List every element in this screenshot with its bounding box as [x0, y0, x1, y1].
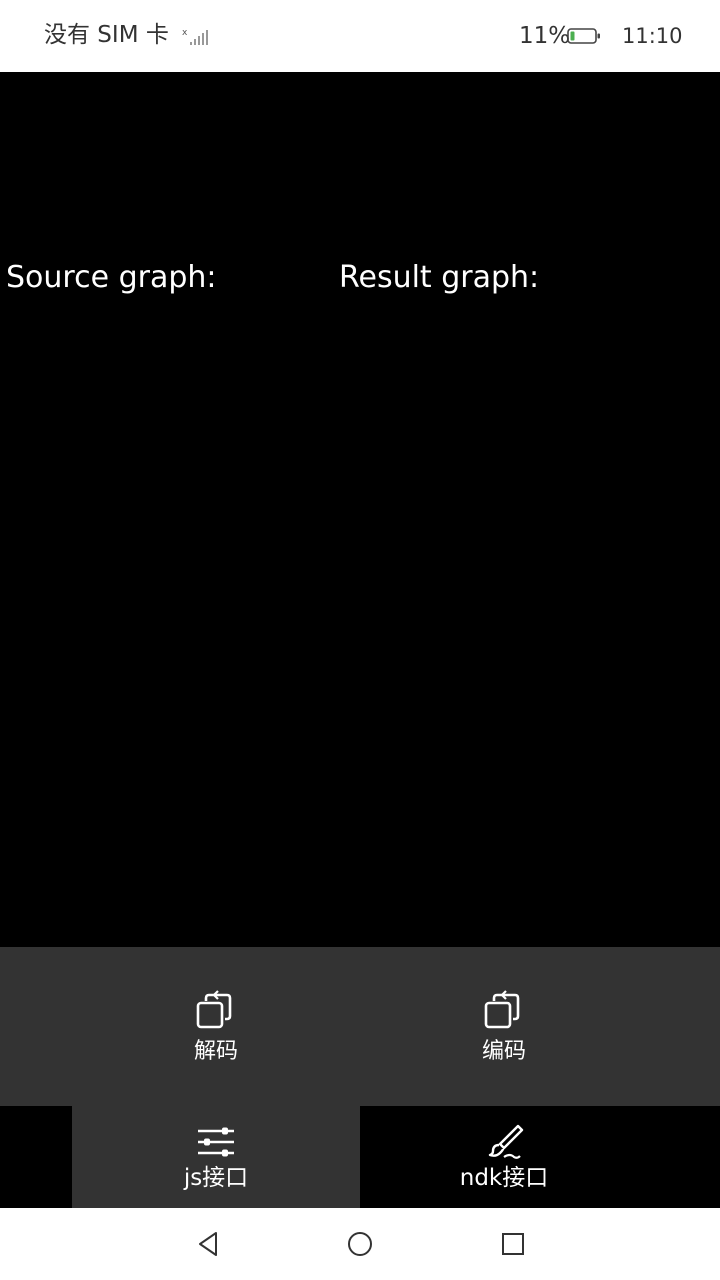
sliders-icon — [198, 1127, 234, 1157]
rotate-copy-icon — [196, 990, 232, 1029]
signal-icon: x — [182, 28, 208, 45]
decode-label: 解码 — [193, 1039, 238, 1064]
tab-ndk-label: ndk接口 — [459, 1165, 549, 1191]
source-graph-label: Source graph: — [6, 260, 217, 295]
clock: 11:10 — [622, 24, 683, 48]
recent-apps-icon[interactable] — [497, 1228, 529, 1260]
graph-area: Source graph: Result graph: — [0, 72, 720, 947]
tab-bar: js接口 ndk接口 — [0, 1106, 720, 1208]
encode-button[interactable]: 编码 — [360, 947, 648, 1106]
encode-label: 编码 — [481, 1039, 526, 1064]
result-graph-label: Result graph: — [339, 260, 540, 295]
brush-icon — [488, 1124, 524, 1159]
back-icon[interactable] — [192, 1228, 224, 1260]
carrier-text: 没有 SIM 卡 — [44, 22, 169, 48]
status-bar: 没有 SIM 卡 x 11% 11:10 — [0, 0, 720, 72]
battery-percent: 11% — [519, 23, 571, 49]
tab-js-label: js接口 — [183, 1165, 249, 1191]
action-panel: 解码 编码 — [0, 947, 720, 1106]
rotate-copy-icon — [484, 990, 520, 1029]
battery-icon — [567, 28, 600, 44]
svg-text:x: x — [182, 28, 188, 38]
home-icon[interactable] — [344, 1228, 376, 1260]
app-screen: 没有 SIM 卡 x 11% 11:10 Source graph: Resul… — [0, 0, 720, 1280]
tab-ndk-interface[interactable]: ndk接口 — [360, 1106, 648, 1208]
decode-button[interactable]: 解码 — [72, 947, 360, 1106]
tab-js-interface[interactable]: js接口 — [72, 1106, 360, 1208]
system-nav-bar — [0, 1208, 720, 1280]
